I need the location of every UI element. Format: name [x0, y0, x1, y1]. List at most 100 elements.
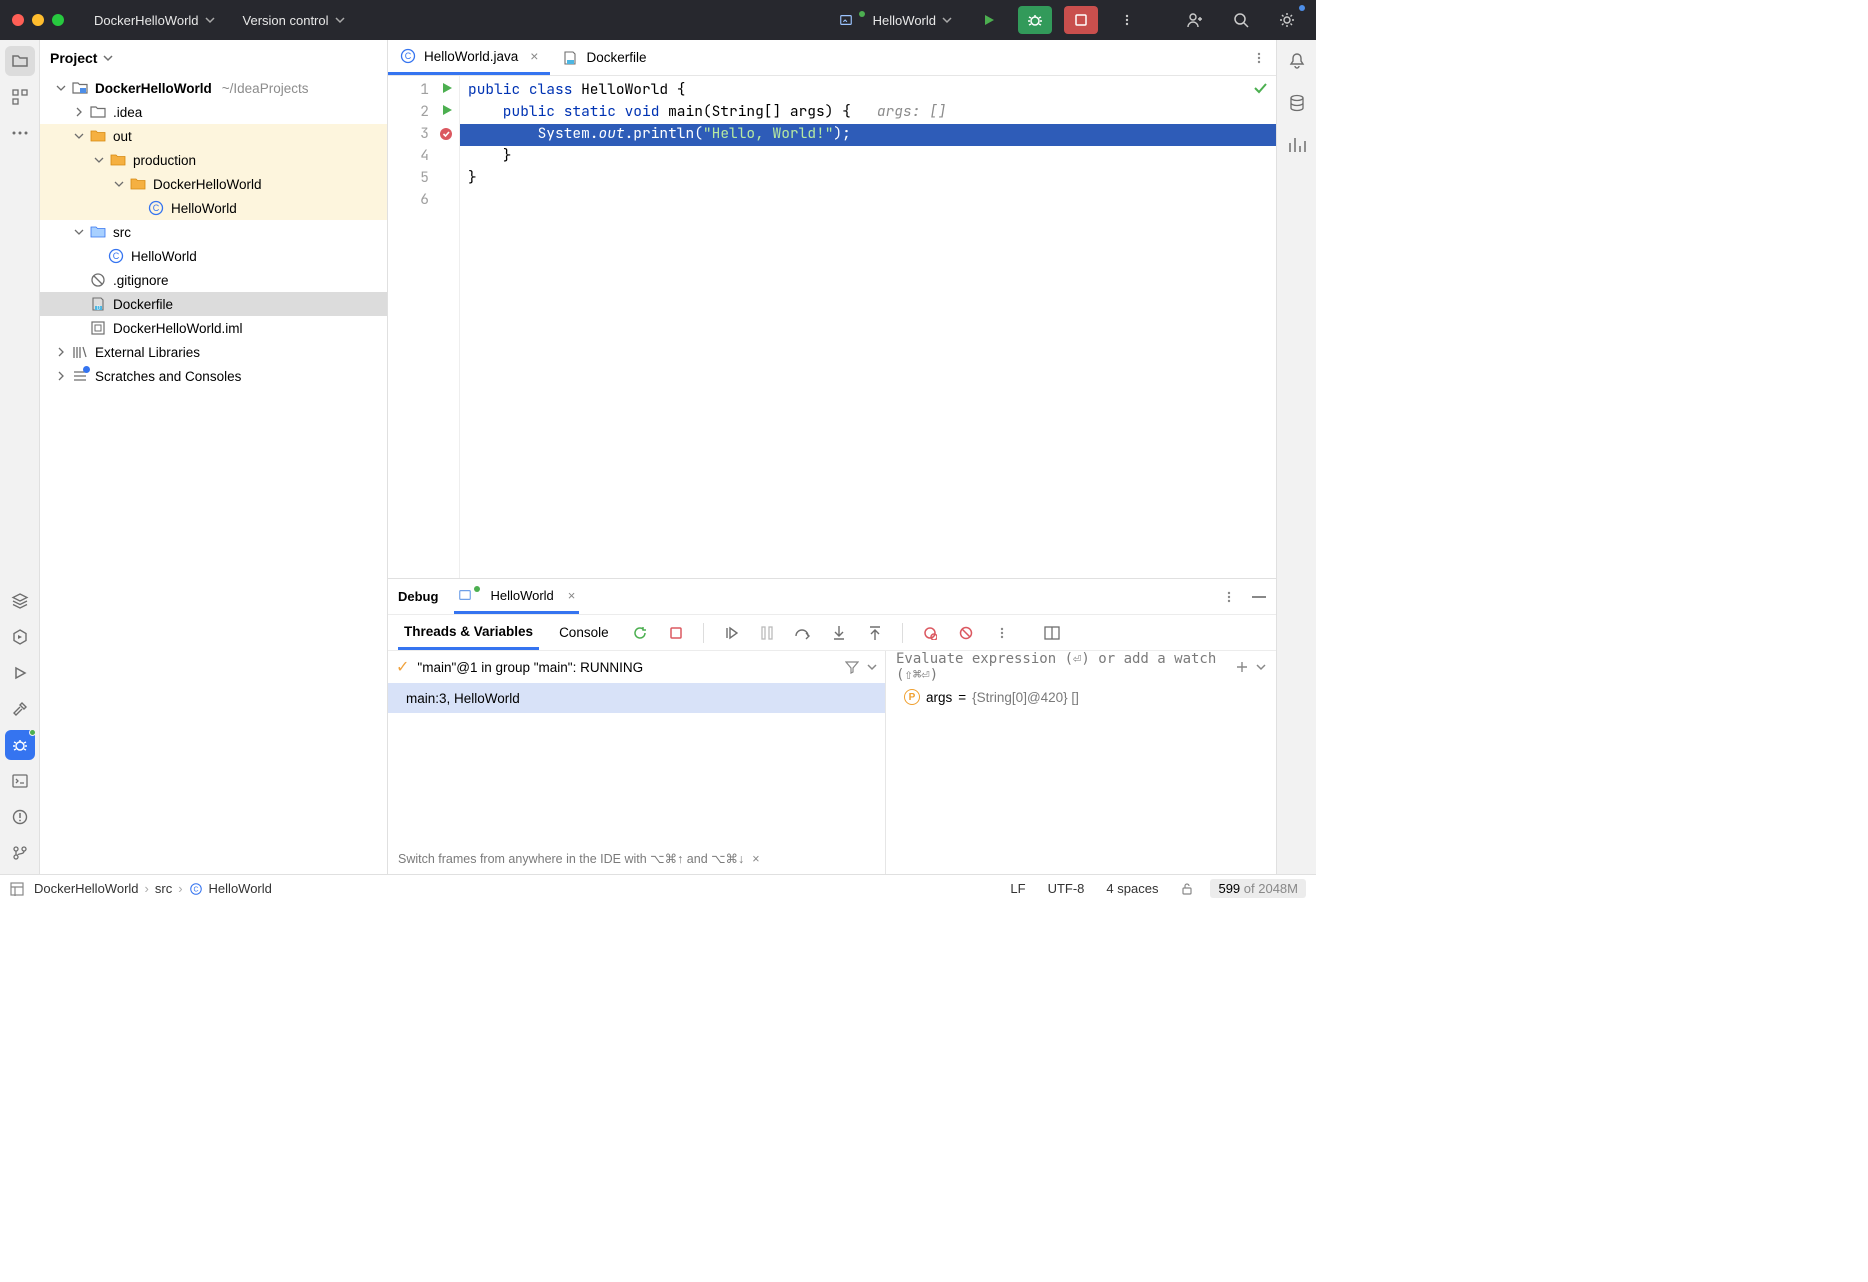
services-tool-button[interactable] [5, 622, 35, 652]
debug-toolbar: Threads & Variables Console [388, 615, 1276, 651]
tab-options-button[interactable] [1252, 51, 1266, 65]
vars-dropdown-button[interactable] [1256, 662, 1266, 672]
close-window-button[interactable] [12, 14, 24, 26]
vcs-tool-button[interactable] [5, 838, 35, 868]
view-breakpoints-button[interactable] [919, 622, 941, 644]
tree-item-scratches[interactable]: Scratches and Consoles [40, 364, 387, 388]
settings-button[interactable] [1270, 6, 1304, 34]
layers-tool-button[interactable] [5, 586, 35, 616]
tab-helloworld-java[interactable]: C HelloWorld.java × [388, 40, 550, 75]
chevron-down-icon [56, 83, 66, 93]
layout-button[interactable] [1041, 622, 1063, 644]
debug-more-button[interactable] [991, 622, 1013, 644]
tab-dockerfile[interactable]: Dockerfile [550, 40, 658, 75]
vcs-dropdown[interactable]: Version control [235, 9, 353, 32]
status-bar: DockerHelloWorld › src › C HelloWorld LF… [0, 874, 1316, 902]
more-tool-button[interactable] [5, 118, 35, 148]
tree-item-src-hello[interactable]: C HelloWorld [40, 244, 387, 268]
breadcrumb-item[interactable]: HelloWorld [209, 881, 272, 896]
tree-root[interactable]: DockerHelloWorld ~/IdeaProjects [40, 76, 387, 100]
structure-tool-button[interactable] [5, 82, 35, 112]
tab-threads-variables[interactable]: Threads & Variables [398, 615, 539, 650]
run-button[interactable] [972, 6, 1006, 34]
project-dropdown[interactable]: DockerHelloWorld [86, 9, 223, 32]
resume-button[interactable] [720, 622, 742, 644]
gutter[interactable]: 1 2 3 4 5 6 [388, 76, 460, 578]
project-panel-header[interactable]: Project [40, 40, 387, 76]
problems-tool-button[interactable] [5, 802, 35, 832]
run-tool-button[interactable] [5, 658, 35, 688]
variables-pane: Evaluate expression (⏎) or add a watch (… [886, 651, 1276, 874]
chevron-down-icon [335, 15, 345, 25]
bell-icon [1288, 52, 1306, 70]
breadcrumb-item[interactable]: src [155, 881, 172, 896]
tree-item-out-dhw[interactable]: DockerHelloWorld [40, 172, 387, 196]
profiler-tool-button[interactable] [1282, 130, 1312, 160]
hide-debug-button[interactable] [1252, 596, 1266, 598]
memory-widget[interactable]: 599 of 2048M [1210, 879, 1306, 898]
close-tip-button[interactable]: × [752, 852, 759, 866]
module-file-icon [90, 320, 106, 336]
code-with-me-button[interactable] [1178, 6, 1212, 34]
encoding-widget[interactable]: UTF-8 [1042, 881, 1091, 896]
tree-item-gitignore[interactable]: .gitignore [40, 268, 387, 292]
chevron-down-icon [74, 131, 84, 141]
search-everywhere-button[interactable] [1224, 6, 1258, 34]
stop-button[interactable] [1064, 6, 1098, 34]
filter-button[interactable] [845, 660, 859, 674]
hammer-icon [11, 700, 29, 718]
close-session-button[interactable]: × [568, 588, 576, 603]
pause-button[interactable] [756, 622, 778, 644]
debug-tool-button[interactable] [5, 730, 35, 760]
debug-button[interactable] [1018, 6, 1052, 34]
stop-button[interactable] [665, 622, 687, 644]
var-name: args [926, 690, 952, 705]
tree-item-iml[interactable]: DockerHelloWorld.iml [40, 316, 387, 340]
database-tool-button[interactable] [1282, 88, 1312, 118]
project-tool-button[interactable] [5, 46, 35, 76]
tree-item-external-libs[interactable]: External Libraries [40, 340, 387, 364]
debug-session-tab[interactable]: HelloWorld × [454, 579, 579, 614]
tree-item-out-hello[interactable]: C HelloWorld [40, 196, 387, 220]
debug-options-button[interactable] [1222, 590, 1236, 604]
library-icon [72, 344, 88, 360]
run-gutter-icon[interactable] [441, 82, 453, 94]
step-over-button[interactable] [792, 622, 814, 644]
code-area[interactable]: public class HelloWorld { public static … [460, 76, 1276, 578]
editor: 1 2 3 4 5 6 public class HelloWorld { pu… [388, 76, 1276, 578]
step-into-button[interactable] [828, 622, 850, 644]
terminal-tool-button[interactable] [5, 766, 35, 796]
thread-dropdown-button[interactable] [867, 662, 877, 672]
run-config-dropdown[interactable]: HelloWorld [831, 9, 960, 32]
notifications-button[interactable] [1282, 46, 1312, 76]
indent-widget[interactable]: 4 spaces [1100, 881, 1164, 896]
build-tool-button[interactable] [5, 694, 35, 724]
minimize-window-button[interactable] [32, 14, 44, 26]
inspection-ok-icon[interactable] [1252, 80, 1268, 96]
tree-item-src[interactable]: src [40, 220, 387, 244]
tab-console[interactable]: Console [553, 615, 615, 650]
mute-breakpoints-button[interactable] [955, 622, 977, 644]
add-watch-button[interactable] [1235, 660, 1249, 674]
tree-item-production[interactable]: production [40, 148, 387, 172]
stack-frame[interactable]: main:3, HelloWorld [388, 683, 885, 713]
eval-input[interactable]: Evaluate expression (⏎) or add a watch (… [896, 651, 1235, 683]
rerun-button[interactable] [629, 622, 651, 644]
tree-item-idea[interactable]: .idea [40, 100, 387, 124]
close-tab-button[interactable]: × [530, 48, 538, 64]
chevron-down-icon [74, 227, 84, 237]
variable-row[interactable]: P args = {String[0]@420} [] [886, 683, 1276, 711]
more-actions-button[interactable] [1110, 6, 1144, 34]
tool-windows-button[interactable] [10, 882, 24, 896]
play-outline-icon [13, 666, 27, 680]
line-separator-widget[interactable]: LF [1004, 881, 1031, 896]
folder-excluded-icon [130, 176, 146, 192]
breadcrumb-item[interactable]: DockerHelloWorld [34, 881, 139, 896]
maximize-window-button[interactable] [52, 14, 64, 26]
breakpoint-icon[interactable] [439, 127, 453, 141]
readonly-widget[interactable] [1174, 882, 1200, 896]
tree-item-dockerfile[interactable]: D Dockerfile [40, 292, 387, 316]
run-gutter-icon[interactable] [441, 104, 453, 116]
tree-item-out[interactable]: out [40, 124, 387, 148]
step-out-button[interactable] [864, 622, 886, 644]
